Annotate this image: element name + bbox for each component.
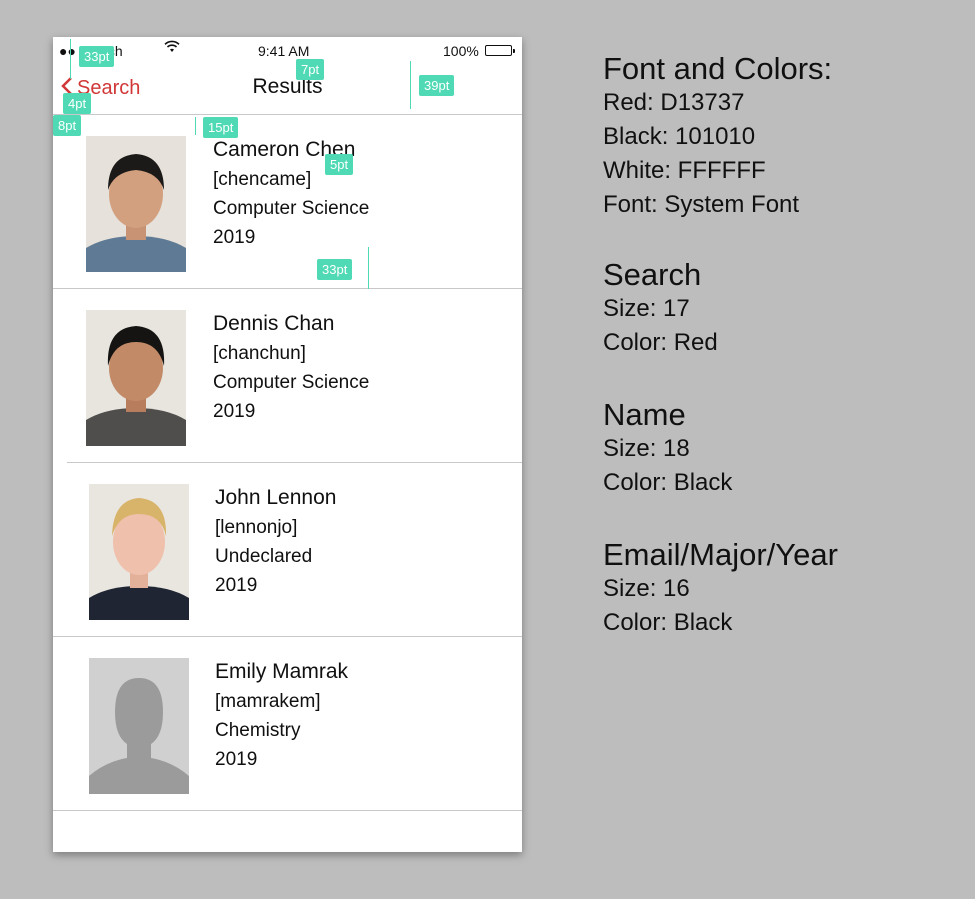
spec-text: Font: System Font — [603, 191, 800, 218]
result-row[interactable]: Dennis Chan [chanchun] Computer Science … — [53, 289, 522, 463]
measure-tag: 7pt — [296, 59, 325, 80]
spec-text: Color: Black — [603, 609, 733, 636]
status-bar: ●● Sketch 9:41 AM 100% — [53, 37, 522, 63]
measure-line — [195, 117, 196, 135]
person-year: 2019 — [215, 749, 258, 770]
spec-text: Color: Red — [603, 329, 718, 356]
person-email: [lennonjo] — [215, 517, 298, 538]
spec-text: Red: D13737 — [603, 89, 745, 116]
measure-tag: 8pt — [53, 115, 82, 136]
person-year: 2019 — [215, 575, 258, 596]
person-year: 2019 — [213, 401, 256, 422]
spec-colors: Font and Colors: Red: D13737 Black: 1010… — [603, 52, 832, 222]
person-major: Computer Science — [213, 372, 370, 393]
spec-search: Search Size: 17 Color: Red — [603, 258, 718, 360]
profile-photo — [86, 136, 186, 272]
battery-percent: 100% — [443, 43, 479, 59]
battery-icon — [485, 45, 515, 56]
person-email: [mamrakem] — [215, 691, 321, 712]
person-major: Computer Science — [213, 198, 370, 219]
measure-tag: 5pt — [325, 154, 354, 175]
spec-text: White: FFFFFF — [603, 157, 766, 184]
measure-line — [368, 247, 369, 289]
spec-text: Color: Black — [603, 469, 733, 496]
spec-text: Size: 18 — [603, 435, 690, 462]
person-year: 2019 — [213, 227, 256, 248]
phone-screen: ●● Sketch 9:41 AM 100% Search Results — [53, 37, 522, 852]
spec-text: Size: 17 — [603, 295, 690, 322]
spec-heading: Name — [603, 397, 686, 432]
wifi-icon — [164, 40, 180, 57]
person-major: Chemistry — [215, 720, 301, 741]
profile-photo — [86, 310, 186, 446]
result-row[interactable]: John Lennon [lennonjo] Undeclared 2019 — [53, 463, 522, 637]
result-row[interactable]: Emily Mamrak [mamrakem] Chemistry 2019 — [53, 637, 522, 811]
person-name: John Lennon — [215, 486, 337, 509]
measure-tag: 4pt — [63, 93, 92, 114]
person-email: [chanchun] — [213, 343, 306, 364]
result-info: Dennis Chan [chanchun] Computer Science … — [213, 308, 369, 426]
person-name: Emily Mamrak — [215, 660, 349, 683]
person-major: Undeclared — [215, 546, 313, 567]
spec-text: Black: 101010 — [603, 123, 756, 150]
person-name: Dennis Chan — [213, 312, 335, 335]
row-divider — [53, 810, 522, 811]
measure-tag: 39pt — [419, 75, 455, 96]
result-row[interactable]: Cameron Chen [chencame] Computer Science… — [53, 115, 522, 289]
spec-details: Email/Major/Year Size: 16 Color: Black — [603, 538, 838, 640]
result-info: John Lennon [lennonjo] Undeclared 2019 — [215, 482, 336, 600]
spec-name: Name Size: 18 Color: Black — [603, 398, 732, 500]
measure-tag: 15pt — [203, 117, 239, 138]
clock: 9:41 AM — [258, 43, 310, 59]
spec-heading: Font and Colors: — [603, 51, 833, 86]
spec-heading: Email/Major/Year — [603, 537, 838, 572]
measure-line — [410, 61, 411, 109]
measure-tag: 33pt — [79, 46, 115, 67]
measure-tag: 33pt — [317, 259, 353, 280]
measure-line — [70, 39, 71, 79]
spec-text: Size: 16 — [603, 575, 690, 602]
result-info: Emily Mamrak [mamrakem] Chemistry 2019 — [215, 656, 348, 774]
result-info: Cameron Chen [chencame] Computer Science… — [213, 134, 369, 252]
profile-photo — [89, 484, 189, 620]
spec-heading: Search — [603, 257, 702, 292]
placeholder-avatar-icon — [89, 658, 189, 794]
